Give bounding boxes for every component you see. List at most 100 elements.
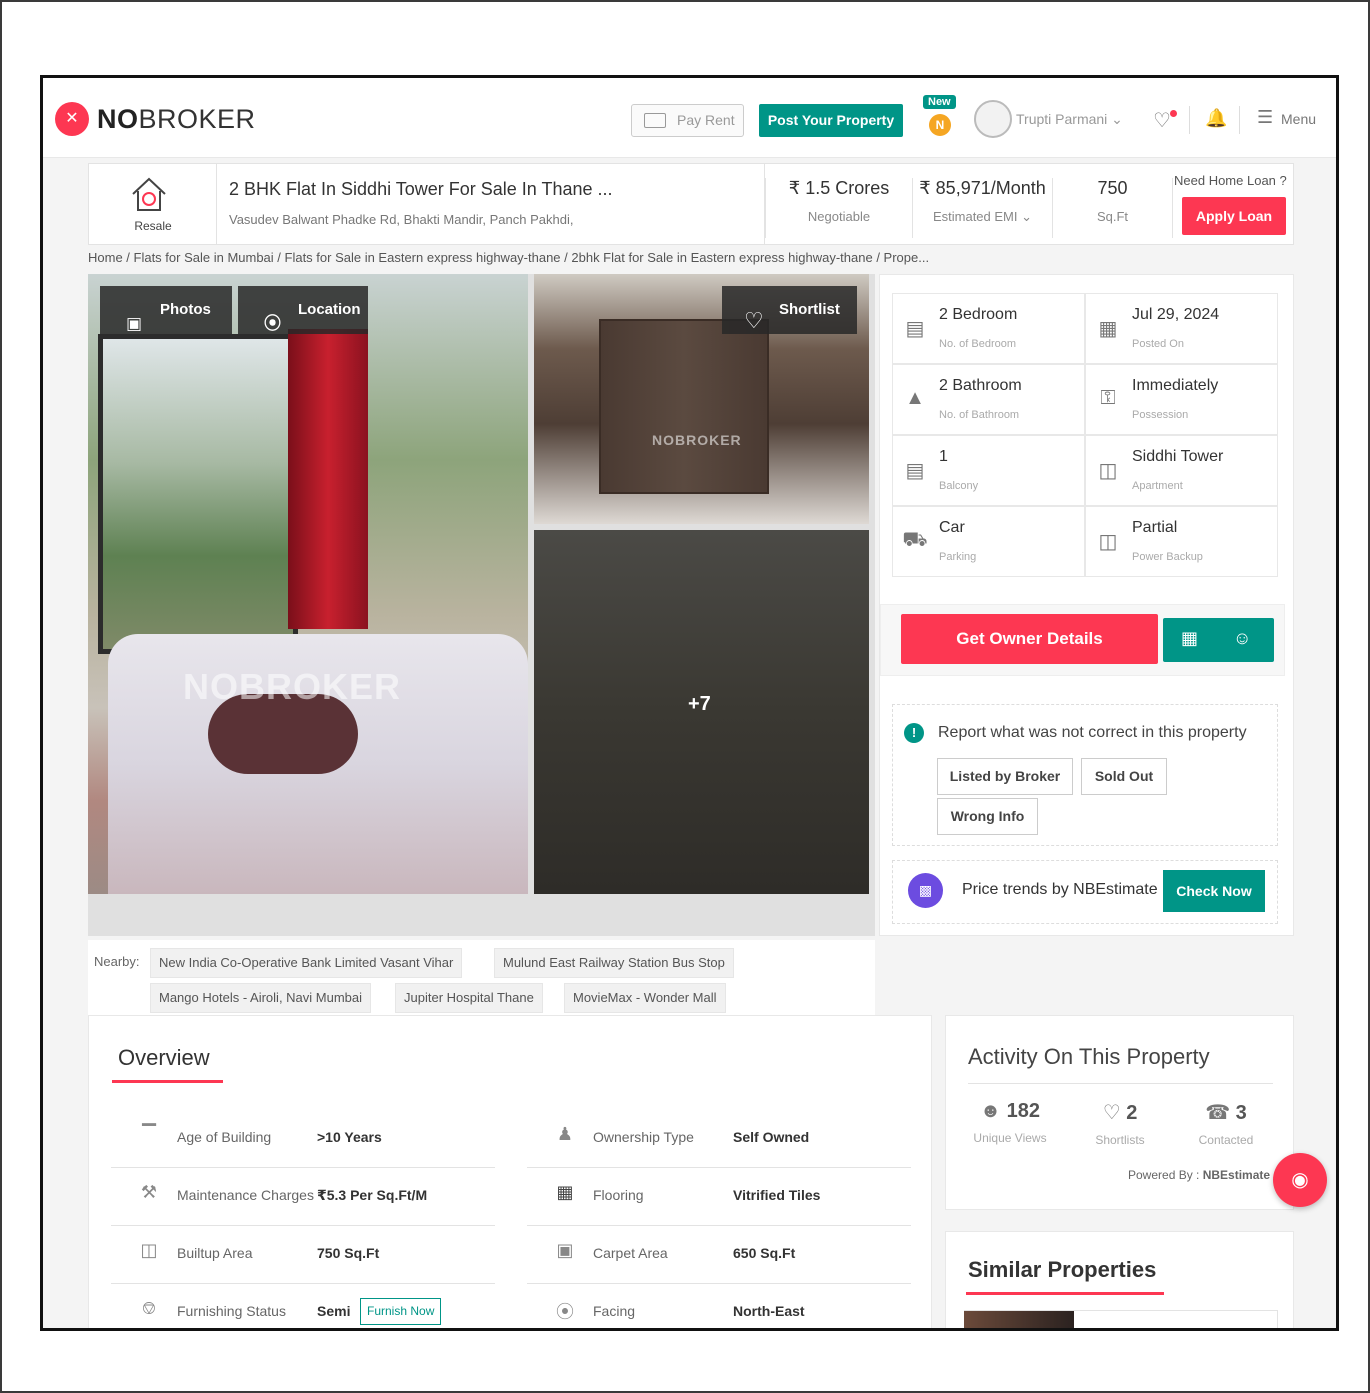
detail-apartment: ◫ Siddhi Tower Apartment [1085, 435, 1278, 506]
details-grid: ▤ 2 Bedroom No. of Bedroom ▦ Jul 29, 202… [892, 293, 1278, 579]
breadcrumb[interactable]: Home / Flats for Sale in Mumbai / Flats … [88, 250, 929, 265]
main-property-photo[interactable]: NOBROKER [88, 274, 528, 894]
phone-icon: ☎ [1205, 1102, 1231, 1124]
browser-viewport: ✕ NOBROKER Pay Rent Post Your Property N… [40, 75, 1339, 1331]
report-wrong-info[interactable]: Wrong Info [937, 798, 1038, 835]
chat-icon[interactable]: ☺ [1233, 628, 1251, 649]
detail-posted-on: ▦ Jul 29, 2024 Posted On [1085, 293, 1278, 364]
nobroker-coins-icon[interactable]: N [929, 114, 951, 136]
heart-icon: ♡ [744, 308, 764, 333]
overview-row: ♟ Ownership Type Self Owned [527, 1110, 911, 1168]
top-navbar: ✕ NOBROKER Pay Rent Post Your Property N… [43, 78, 1336, 158]
bath-icon: ▲ [905, 387, 925, 409]
overview-row: ◫ Builtup Area 750 Sq.Ft [111, 1226, 495, 1284]
property-summary-bar: Resale 2 BHK Flat In Siddhi Tower For Sa… [88, 163, 1294, 245]
overview-row: ⦿ Facing North-East [527, 1284, 911, 1328]
schedule-calendar-icon[interactable]: ▦ [1181, 628, 1198, 649]
similar-property-thumbnail[interactable] [964, 1311, 1074, 1328]
post-property-button[interactable]: Post Your Property [759, 104, 903, 137]
nearby-tag[interactable]: Jupiter Hospital Thane [395, 983, 543, 1013]
nearby-tag[interactable]: Mango Hotels - Airoli, Navi Mumbai [150, 983, 372, 1013]
stat-contacted: ☎ 3 Contacted [1198, 1102, 1254, 1147]
report-listed-by-broker[interactable]: Listed by Broker [937, 758, 1073, 795]
card-icon [644, 113, 666, 128]
area-unit: Sq.Ft [1096, 209, 1129, 224]
area-value: 750 [1097, 178, 1128, 198]
overview-row: ⚒ Maintenance Charges ₹5.3 Per Sq.Ft/M [111, 1168, 495, 1226]
calendar-icon: ▦ [1098, 318, 1118, 340]
bed-icon: ▤ [905, 318, 925, 340]
heart-icon: ♡ [1102, 1102, 1121, 1124]
owner-action-group: ▦ ☺ [1163, 618, 1274, 662]
detail-bedroom: ▤ 2 Bedroom No. of Bedroom [892, 293, 1085, 364]
bell-icon[interactable]: 🔔 [1205, 108, 1227, 129]
avatar[interactable] [974, 100, 1012, 138]
chat-support-button[interactable]: ◉ [1273, 1153, 1327, 1207]
price-cell: ₹ 1.5 Crores Negotiable [765, 178, 912, 238]
shortlist-button[interactable]: ♡ Shortlist [722, 286, 857, 334]
property-type-cell: Resale [89, 164, 217, 244]
nearby-section: Nearby: New India Co-Operative Bank Limi… [88, 940, 875, 1020]
overview-row: ▦ Flooring Vitrified Tiles [527, 1168, 911, 1226]
chart-icon: ▩ [908, 873, 943, 908]
nearby-tag[interactable]: New India Co-Operative Bank Limited Vasa… [150, 948, 463, 978]
stat-shortlists: ♡ 2 Shortlists [1095, 1102, 1145, 1147]
price-note: Negotiable [807, 209, 871, 224]
watermark: NOBROKER [652, 432, 742, 448]
similar-properties-section: Similar Properties [945, 1231, 1294, 1328]
report-title: Report what was not correct in this prop… [938, 724, 1247, 741]
home-loan-prompt: Need Home Loan ? [1174, 173, 1287, 188]
screenshot-border: ✕ NOBROKER Pay Rent Post Your Property N… [0, 0, 1370, 1393]
resale-house-icon [132, 177, 166, 211]
cake-icon: ▔ [142, 1124, 156, 1144]
furnish-now-button[interactable]: Furnish Now [360, 1298, 442, 1325]
detail-balcony: ▤ 1 Balcony [892, 435, 1085, 506]
divider [968, 1083, 1273, 1084]
battery-icon: ◫ [1098, 531, 1118, 553]
similar-properties-title: Similar Properties [968, 1257, 1157, 1282]
detail-possession: ⚿ Immediately Possession [1085, 364, 1278, 435]
emi-cell[interactable]: ₹ 85,971/Month Estimated EMI ⌄ [912, 178, 1052, 238]
pay-rent-button[interactable]: Pay Rent [631, 104, 744, 137]
menu-label[interactable]: Menu [1281, 111, 1316, 127]
apply-loan-button[interactable]: Apply Loan [1182, 197, 1286, 235]
get-owner-details-button[interactable]: Get Owner Details [901, 614, 1158, 664]
shortlist-heart-icon[interactable]: ♡ [1153, 108, 1171, 133]
new-badge: New [923, 95, 956, 109]
overview-underline [112, 1080, 223, 1083]
nobroker-logo-icon[interactable]: ✕ [55, 102, 89, 136]
bedroom-photo-more[interactable]: +7 [534, 530, 869, 894]
area-building-icon: ◫ [140, 1240, 158, 1260]
report-sold-out[interactable]: Sold Out [1081, 758, 1167, 795]
sofa-icon: ⎊ [141, 1298, 157, 1318]
overview-section: Overview ▔ Age of Building >10 Years ⚒ M… [88, 1015, 932, 1328]
check-now-button[interactable]: Check Now [1163, 870, 1265, 912]
nearby-tag[interactable]: MovieMax - Wonder Mall [564, 983, 726, 1013]
tools-icon: ⚒ [140, 1182, 158, 1202]
activity-section: Activity On This Property ☻ 182 Unique V… [945, 1015, 1294, 1210]
nearby-tag[interactable]: Mulund East Railway Station Bus Stop [494, 948, 734, 978]
powered-by: Powered By : NBEstimate [1128, 1168, 1271, 1182]
nobroker-logo-text[interactable]: NOBROKER [97, 104, 256, 135]
tiles-icon: ▦ [556, 1182, 574, 1202]
hamburger-menu-icon[interactable]: ☰ [1257, 107, 1273, 128]
photos-button[interactable]: ▣ Photos [100, 286, 232, 334]
property-address: Vasudev Balwant Phadke Rd, Bhakti Mandir… [229, 212, 574, 227]
overview-row: ▔ Age of Building >10 Years [111, 1110, 495, 1168]
stat-unique-views: ☻ 182 Unique Views [973, 1100, 1047, 1145]
car-icon: ⛟ [902, 529, 928, 551]
more-photos-count[interactable]: +7 [688, 693, 711, 716]
detail-parking: ⛟ Car Parking [892, 506, 1085, 577]
location-button[interactable]: ⦿ Location [238, 286, 368, 334]
price-trends-label: Price trends by NBEstimate [962, 881, 1158, 898]
emi-label[interactable]: Estimated EMI ⌄ [913, 209, 1052, 225]
detail-bathroom: ▲ 2 Bathroom No. of Bathroom [892, 364, 1085, 435]
similar-underline [966, 1292, 1164, 1295]
divider [1189, 106, 1190, 134]
owner-icon: ♟ [556, 1124, 574, 1144]
divider [1239, 106, 1240, 134]
user-menu[interactable]: Trupti Parmani ⌄ [1016, 111, 1123, 128]
photo-gallery: NOBROKER NOBROKER +7 ▣ Photos ⦿ Location… [88, 274, 875, 936]
property-title: 2 BHK Flat In Siddhi Tower For Sale In T… [229, 179, 613, 199]
activity-title: Activity On This Property [968, 1044, 1210, 1069]
